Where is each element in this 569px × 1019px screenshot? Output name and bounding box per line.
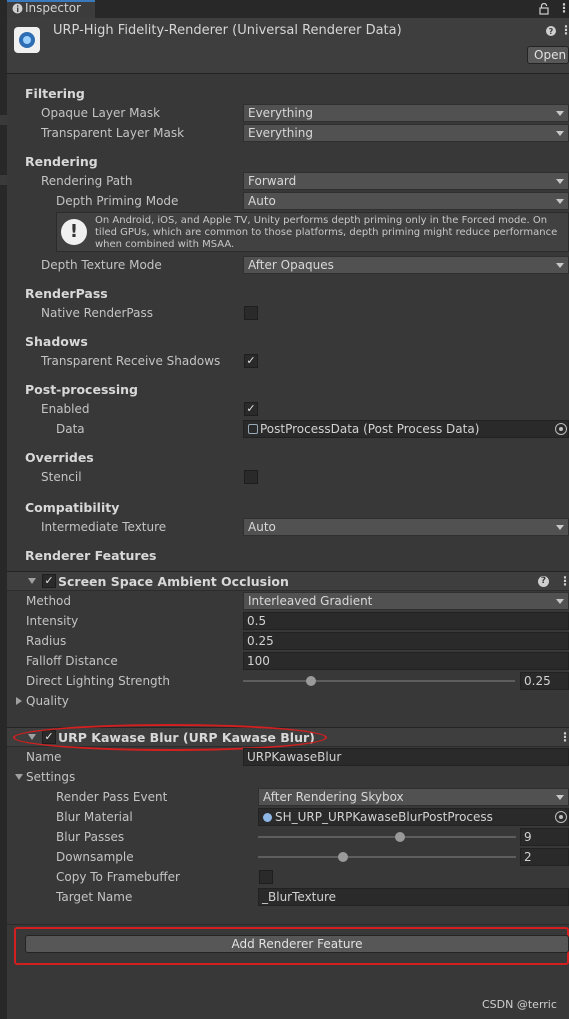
chevron-down-icon xyxy=(556,111,564,116)
direct-lighting-slider-thumb[interactable] xyxy=(306,676,316,686)
chevron-down-icon xyxy=(556,199,564,204)
ssao-direct-lighting-label: Direct Lighting Strength xyxy=(26,674,170,688)
copy-to-framebuffer-label: Copy To Framebuffer xyxy=(56,870,180,884)
downsample-field[interactable]: 2 xyxy=(520,848,569,866)
target-name-label: Target Name xyxy=(56,890,133,904)
renderer-asset-icon xyxy=(14,27,40,53)
blur-material-object-field[interactable]: SH_URP_URPKawaseBlurPostProcess xyxy=(258,808,569,826)
ssao-quality-foldout[interactable]: Quality xyxy=(26,694,69,708)
direct-lighting-slider-track[interactable] xyxy=(243,680,515,682)
blur-passes-slider-track[interactable] xyxy=(258,836,516,838)
depth-texture-mode-dropdown[interactable]: After Opaques xyxy=(243,256,569,274)
blur-passes-field[interactable]: 9 xyxy=(520,828,569,846)
native-renderpass-checkbox[interactable] xyxy=(244,306,258,320)
lock-icon[interactable] xyxy=(539,3,549,15)
depth-priming-help-text: On Android, iOS, and Apple TV, Unity per… xyxy=(95,215,558,250)
stencil-label: Stencil xyxy=(41,470,82,484)
highlight-ellipse xyxy=(13,724,327,751)
downsample-label: Downsample xyxy=(56,850,134,864)
chevron-down-icon xyxy=(556,131,564,136)
transparent-receive-shadows-label: Transparent Receive Shadows xyxy=(41,354,221,368)
render-pass-event-label: Render Pass Event xyxy=(56,790,168,804)
chevron-down-icon xyxy=(556,525,564,530)
transparent-layer-mask-dropdown[interactable]: Everything xyxy=(243,124,569,142)
open-button[interactable]: Open xyxy=(527,46,569,64)
chevron-down-icon xyxy=(556,179,564,184)
kawase-menu-icon[interactable]: ⋮ xyxy=(559,730,569,744)
transparent-layer-mask-label: Transparent Layer Mask xyxy=(41,126,185,140)
ssao-radius-label: Radius xyxy=(26,634,67,648)
object-picker-icon[interactable] xyxy=(555,423,567,435)
copy-to-framebuffer-checkbox[interactable] xyxy=(259,870,273,884)
stencil-checkbox[interactable] xyxy=(244,470,258,484)
pp-data-object-field[interactable]: PostProcessData (Post Process Data) xyxy=(243,420,569,438)
rendering-path-dropdown[interactable]: Forward xyxy=(243,172,569,190)
help-icon[interactable]: ? xyxy=(538,576,549,587)
asset-icon xyxy=(248,424,258,434)
depth-priming-mode-dropdown[interactable]: Auto xyxy=(243,192,569,210)
ssao-title: Screen Space Ambient Occlusion xyxy=(58,574,289,589)
pp-data-label: Data xyxy=(56,422,85,436)
render-pass-event-dropdown[interactable]: After Rendering Skybox xyxy=(258,788,569,806)
pp-enabled-label: Enabled xyxy=(41,402,90,416)
section-renderer-features: Renderer Features xyxy=(25,548,157,563)
opaque-layer-mask-label: Opaque Layer Mask xyxy=(41,106,161,120)
section-rendering: Rendering xyxy=(25,154,98,169)
svg-text:?: ? xyxy=(549,27,554,36)
info-icon xyxy=(12,3,23,14)
blur-passes-slider-thumb[interactable] xyxy=(394,832,405,842)
section-shadows: Shadows xyxy=(25,334,88,349)
opaque-layer-mask-dropdown[interactable]: Everything xyxy=(243,104,569,122)
collapse-arrow-icon[interactable] xyxy=(15,774,23,780)
chevron-down-icon xyxy=(556,263,564,268)
rendering-path-label: Rendering Path xyxy=(41,174,133,188)
kebab-menu-icon[interactable]: ⋮ xyxy=(558,1,569,15)
downsample-slider-thumb[interactable] xyxy=(338,852,349,862)
blur-material-label: Blur Material xyxy=(56,810,133,824)
settings-foldout[interactable]: Settings xyxy=(26,770,75,784)
direct-lighting-field[interactable]: 0.25 xyxy=(520,672,569,690)
left-panel-edge xyxy=(0,0,7,1019)
ssao-radius-field[interactable]: 0.25 xyxy=(243,632,569,650)
ssao-menu-icon[interactable]: ⋮ xyxy=(559,574,569,588)
kawase-name-label: Name xyxy=(26,750,62,764)
ssao-method-label: Method xyxy=(26,594,72,608)
chevron-down-icon xyxy=(556,599,564,604)
watermark: CSDN @terric xyxy=(482,998,557,1011)
section-renderpass: RenderPass xyxy=(25,286,108,301)
section-compatibility: Compatibility xyxy=(25,500,120,515)
pp-enabled-checkbox[interactable]: ✓ xyxy=(244,402,258,416)
tab-label: Inspector xyxy=(25,1,81,15)
target-name-field[interactable]: _BlurTexture xyxy=(258,888,569,906)
native-renderpass-label: Native RenderPass xyxy=(41,306,153,320)
add-renderer-feature-button[interactable]: Add Renderer Feature xyxy=(25,935,569,953)
downsample-slider-track[interactable] xyxy=(258,856,516,858)
ssao-intensity-label: Intensity xyxy=(26,614,79,628)
asset-title: URP-High Fidelity-Renderer (Universal Re… xyxy=(53,23,402,38)
intermediate-texture-label: Intermediate Texture xyxy=(41,520,167,534)
chevron-down-icon xyxy=(556,795,564,800)
collapse-arrow-icon[interactable] xyxy=(28,578,36,584)
section-post-processing: Post-processing xyxy=(25,382,138,397)
depth-priming-mode-label: Depth Priming Mode xyxy=(56,194,179,208)
depth-texture-mode-label: Depth Texture Mode xyxy=(41,258,162,272)
help-icon[interactable]: ? xyxy=(546,26,556,36)
ssao-method-dropdown[interactable]: Interleaved Gradient xyxy=(243,592,569,610)
transparent-receive-shadows-checkbox[interactable]: ✓ xyxy=(244,354,258,368)
ssao-falloff-label: Falloff Distance xyxy=(26,654,118,668)
ssao-falloff-field[interactable]: 100 xyxy=(243,652,569,670)
intermediate-texture-dropdown[interactable]: Auto xyxy=(243,518,569,536)
expand-arrow-icon[interactable] xyxy=(16,697,22,705)
warning-info-icon: ! xyxy=(61,219,87,245)
blur-passes-label: Blur Passes xyxy=(56,830,125,844)
material-icon xyxy=(263,813,272,822)
ssao-enable-checkbox[interactable]: ✓ xyxy=(42,574,56,588)
header-menu-icon[interactable]: ⋮ xyxy=(560,23,569,37)
kawase-name-field[interactable]: URPKawaseBlur xyxy=(243,748,569,766)
object-picker-icon[interactable] xyxy=(555,811,567,823)
divider xyxy=(7,924,569,925)
section-overrides: Overrides xyxy=(25,450,94,465)
ssao-intensity-field[interactable]: 0.5 xyxy=(243,612,569,630)
section-filtering: Filtering xyxy=(25,86,85,101)
